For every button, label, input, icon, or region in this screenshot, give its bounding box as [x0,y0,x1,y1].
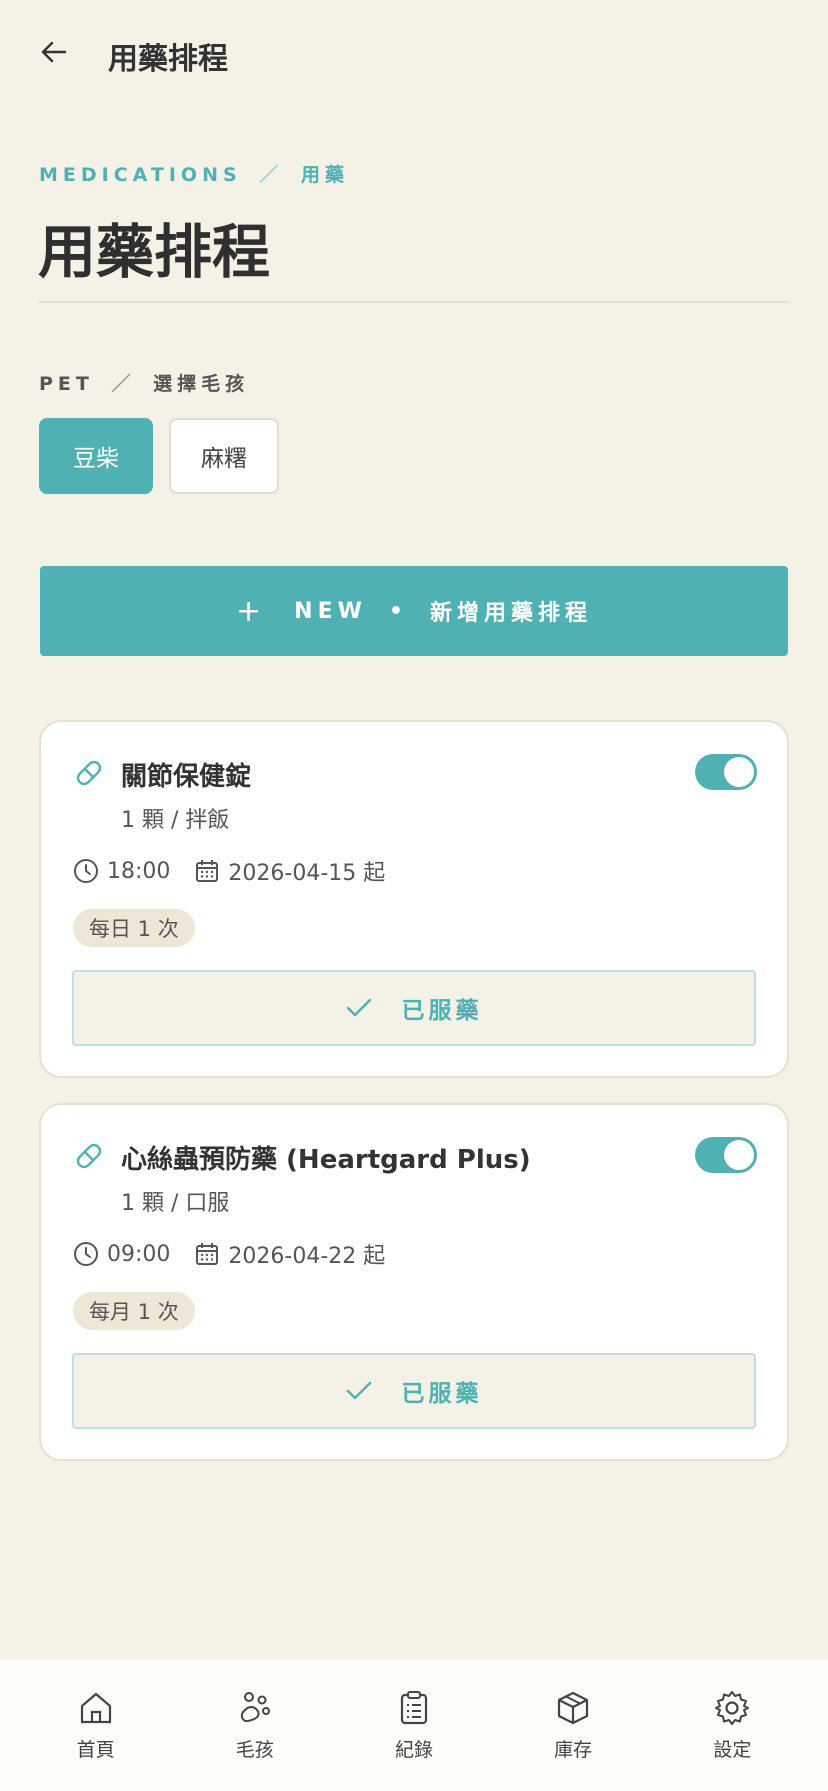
mark-taken-label: 已服藥 [401,998,483,1024]
pet-label-zh: 選擇毛孩 [153,373,250,395]
medication-enabled-toggle[interactable] [695,1137,757,1173]
nav-label: 紀錄 [394,1739,433,1761]
nav-item-pets[interactable]: 毛孩 [190,1689,320,1762]
mark-taken-button[interactable]: 已服藥 [72,970,756,1046]
nav-item-inventory[interactable]: 庫存 [508,1689,638,1762]
frequency-badge: 每月 1 次 [73,1292,195,1330]
pet-label-en: PET [39,373,94,395]
toggle-knob [724,1140,754,1170]
paw-icon [240,1692,270,1723]
nav-label: 首頁 [76,1739,115,1761]
mark-taken-label: 已服藥 [401,1381,483,1407]
schedule-meta: 09:00 2026-04-22 起 [73,1238,385,1270]
add-schedule-en: NEW [294,598,367,624]
nav-item-records[interactable]: 紀錄 [349,1689,479,1762]
schedule-time: 18:00 [107,858,171,884]
calendar-icon [196,860,219,882]
medication-card: 心絲蟲預防藥 (Heartgard Plus) 1 顆 / 口服 09:00 2… [39,1103,789,1461]
check-icon [346,1381,371,1400]
add-schedule-button[interactable]: + NEW • 新增用藥排程 [40,566,788,656]
medication-dosage: 1 顆 / 拌飯 [121,808,230,833]
medication-card: 關節保健錠 1 顆 / 拌飯 18:00 2026-04-15 起 每日 1 次… [39,720,789,1078]
toggle-knob [724,757,754,787]
schedule-start-date: 2026-04-22 起 [228,1244,386,1269]
breadcrumb-separator: ／ [259,164,284,186]
medication-name: 心絲蟲預防藥 (Heartgard Plus) [121,1145,531,1175]
pet-selector-label: PET ／ 選擇毛孩 [39,369,249,396]
schedule-start-date: 2026-04-15 起 [228,861,386,886]
pet-chip-0[interactable]: 豆柴 [39,418,153,494]
nav-label: 設定 [713,1739,752,1761]
top-bar: 用藥排程 [0,0,828,112]
pet-chips: 豆柴 麻糬 [39,418,279,494]
medication-name: 關節保健錠 [121,762,252,792]
clipboard-icon [400,1691,428,1725]
pill-icon [76,1143,102,1169]
nav-item-home[interactable]: 首頁 [31,1689,161,1762]
page-title: 用藥排程 [38,218,271,286]
divider [39,301,789,303]
arrow-left-icon [41,41,67,63]
check-icon [346,998,371,1017]
add-schedule-dot: • [388,598,408,624]
nav-label: 毛孩 [235,1739,274,1761]
nav-label: 庫存 [554,1739,593,1761]
clock-icon [74,859,98,883]
schedule-time: 09:00 [107,1241,171,1267]
bottom-nav: 首頁 毛孩 紀錄 庫存 設定 [0,1660,828,1791]
box-icon [558,1691,589,1725]
clock-icon [74,1242,98,1266]
pill-icon [76,760,102,786]
pet-chip-1[interactable]: 麻糬 [169,418,279,494]
medication-dosage: 1 顆 / 口服 [121,1191,230,1216]
breadcrumb-en: MEDICATIONS [39,164,242,186]
header-title: 用藥排程 [108,42,228,77]
nav-item-settings[interactable]: 設定 [667,1689,797,1762]
plus-icon: + [236,593,267,629]
breadcrumb: MEDICATIONS ／ 用藥 [39,160,349,187]
calendar-icon [196,1243,219,1265]
gear-icon [715,1691,750,1725]
frequency-badge: 每日 1 次 [73,909,195,947]
medication-enabled-toggle[interactable] [695,754,757,790]
mark-taken-button[interactable]: 已服藥 [72,1353,756,1429]
breadcrumb-zh: 用藥 [300,164,349,186]
pet-label-separator: ／ [111,373,136,395]
back-button[interactable] [36,34,72,70]
schedule-meta: 18:00 2026-04-15 起 [73,855,385,887]
add-schedule-zh: 新增用藥排程 [429,601,592,626]
home-icon [80,1692,111,1724]
